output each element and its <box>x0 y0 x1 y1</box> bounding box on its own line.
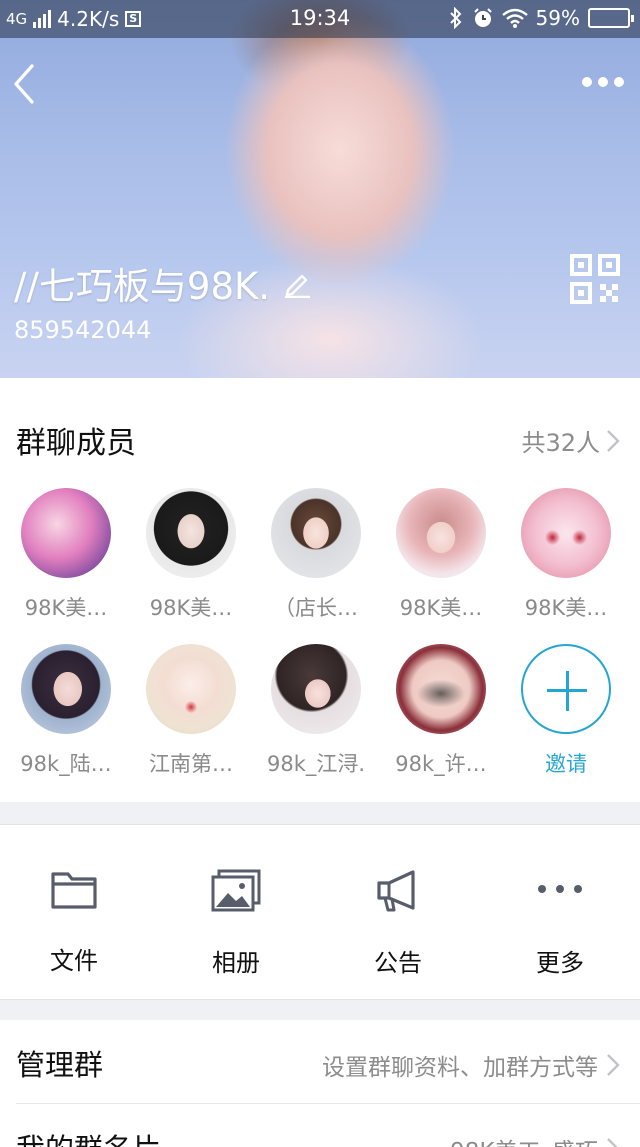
member-name: 98K美… <box>24 596 108 620</box>
files-label: 文件 <box>50 947 98 975</box>
announcement-button[interactable]: 公告 <box>338 869 458 978</box>
back-button[interactable] <box>10 62 40 106</box>
members-title: 群聊成员 <box>16 426 136 461</box>
member-item[interactable]: 98k_江浔. <box>261 644 371 778</box>
manage-group-value-wrap: 设置群聊资料、加群方式等 <box>322 1048 620 1082</box>
manage-group-title: 管理群 <box>16 1048 104 1082</box>
files-button[interactable]: 文件 <box>14 869 134 976</box>
battery-percent: 59% <box>535 6 580 30</box>
my-group-card-value: 98K美工_盛巧 <box>450 1132 598 1147</box>
member-item[interactable]: 98K美… <box>136 488 246 622</box>
megaphone-icon <box>377 870 415 912</box>
my-group-card-value-wrap: 98K美工_盛巧 <box>450 1132 620 1147</box>
members-count-link[interactable]: 共32人 <box>521 423 620 458</box>
bluetooth-icon <box>449 7 461 29</box>
member-avatar <box>21 644 111 734</box>
member-name: 98k_陆… <box>20 752 112 776</box>
more-dots-icon <box>538 885 582 893</box>
member-name: （店长… <box>274 596 358 620</box>
chevron-right-icon <box>607 1054 620 1076</box>
member-name: 江南第… <box>149 752 233 776</box>
member-item[interactable]: 98K美… <box>511 488 621 622</box>
group-name: //七巧板与98K. <box>14 256 312 310</box>
edit-icon[interactable] <box>282 268 312 298</box>
chevron-right-icon <box>607 429 620 452</box>
member-item[interactable]: （店长… <box>261 488 371 622</box>
member-avatar <box>271 488 361 578</box>
member-avatar <box>146 644 236 734</box>
album-label: 相册 <box>212 949 260 977</box>
member-item[interactable]: 98K美… <box>11 488 121 622</box>
group-header-banner: 4G 4.2K/s S 19:34 59% //七巧板与98K. 8595420… <box>0 0 640 378</box>
alarm-icon <box>473 8 492 27</box>
member-avatar <box>396 488 486 578</box>
announcement-label: 公告 <box>374 949 422 977</box>
member-avatar <box>396 644 486 734</box>
chevron-right-icon <box>607 1138 618 1147</box>
member-avatar <box>21 488 111 578</box>
add-member-icon <box>521 644 611 734</box>
members-count: 共32人 <box>521 429 600 457</box>
member-name: 98K美… <box>149 596 233 620</box>
status-bar: 4G 4.2K/s S 19:34 59% <box>0 0 640 38</box>
qr-code-icon[interactable] <box>570 254 620 304</box>
member-item[interactable]: 98k_许… <box>386 644 496 778</box>
wifi-icon <box>501 8 528 28</box>
invite-label: 邀请 <box>545 752 587 776</box>
member-avatar <box>271 644 361 734</box>
member-item[interactable]: 98K美… <box>386 488 496 622</box>
member-name: 98k_许… <box>395 752 487 776</box>
manage-group-value: 设置群聊资料、加群方式等 <box>322 1055 598 1081</box>
more-label: 更多 <box>536 949 584 977</box>
battery-icon <box>588 8 634 28</box>
member-item[interactable]: 江南第… <box>136 644 246 778</box>
group-id: 859542044 <box>14 316 152 344</box>
group-actions-bar: 文件 相册 公告 更多 <box>0 824 640 1000</box>
member-avatar <box>146 488 236 578</box>
folder-icon <box>51 872 97 909</box>
member-name: 98K美… <box>524 596 608 620</box>
my-group-card-row[interactable]: 我的群名片 98K美工_盛巧 <box>0 1104 640 1147</box>
my-group-card-title: 我的群名片 <box>16 1126 161 1147</box>
more-button[interactable]: 更多 <box>500 869 620 978</box>
invite-button[interactable]: 邀请 <box>511 644 621 778</box>
manage-group-row[interactable]: 管理群 设置群聊资料、加群方式等 <box>0 1020 640 1104</box>
member-name: 98k_江浔. <box>266 752 366 776</box>
album-button[interactable]: 相册 <box>176 869 296 978</box>
album-icon <box>211 869 261 912</box>
member-avatar <box>521 488 611 578</box>
more-options-button[interactable] <box>582 72 624 92</box>
group-members-section: 群聊成员 共32人 98K美… 98K美… （店长… 98K美… 98K美… 9… <box>0 378 640 802</box>
group-name-text: //七巧板与98K. <box>14 265 271 308</box>
member-item[interactable]: 98k_陆… <box>11 644 121 778</box>
member-name: 98K美… <box>399 596 483 620</box>
